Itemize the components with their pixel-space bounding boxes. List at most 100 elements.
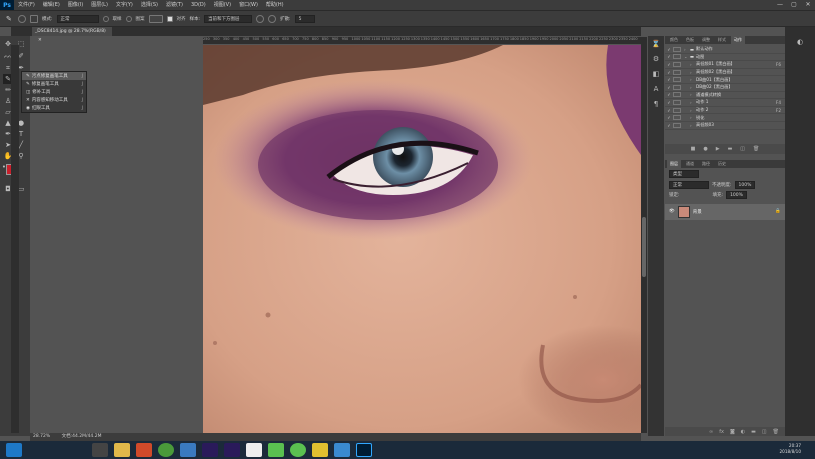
paragraph-icon[interactable]: ¶	[651, 99, 661, 109]
flyout-item-spot-healing[interactable]: ✎ 污点修复画笔工具 J	[22, 72, 86, 80]
blend-mode-select[interactable]: 正常	[669, 180, 709, 189]
brush-size-icon[interactable]	[18, 14, 26, 23]
action-row[interactable]: ✓ › 动作 1 F4	[665, 99, 785, 107]
menu-layer[interactable]: 图层(L)	[87, 0, 112, 10]
action-row[interactable]: ✓ › ▬ 默认动作	[665, 46, 785, 54]
menu-edit[interactable]: 编辑(E)	[39, 0, 64, 10]
flyout-item-content-aware-move[interactable]: ✕ 内容感知移动工具 J	[22, 96, 86, 104]
tab-layers[interactable]: 图层	[667, 159, 681, 168]
ruler-tick-label: 750	[302, 37, 309, 41]
tab-history[interactable]: 历史	[715, 160, 729, 168]
menu-help[interactable]: 帮助(H)	[262, 0, 288, 10]
action-row[interactable]: ✓ › 高低频03	[665, 122, 785, 130]
tab-styles[interactable]: 样式	[715, 36, 729, 44]
tab-channels[interactable]: 通道	[683, 160, 697, 168]
app-icon[interactable]	[246, 443, 262, 457]
mode-select[interactable]: 正常	[56, 14, 99, 23]
tab-color[interactable]: 颜色	[667, 36, 681, 44]
flyout-item-red-eye[interactable]: ◉ 红眼工具 J	[22, 104, 86, 112]
qq-icon[interactable]	[312, 443, 328, 457]
action-row[interactable]: ✓ › DB曲02【黑白画】	[665, 84, 785, 92]
fill-input[interactable]: 100%	[726, 190, 747, 199]
menu-view[interactable]: 视图(V)	[210, 0, 235, 10]
source-sampled-radio[interactable]	[102, 15, 109, 22]
tab-swatches[interactable]: 色板	[683, 36, 697, 44]
play-icon[interactable]: ▶	[716, 146, 720, 152]
close-button[interactable]: ✕	[801, 0, 815, 10]
record-icon[interactable]: ●	[703, 146, 707, 152]
menu-3d[interactable]: 3D(D)	[187, 0, 210, 10]
brush-settings-icon[interactable]	[30, 14, 38, 23]
wechat-icon[interactable]	[268, 443, 284, 457]
media-player-icon[interactable]	[136, 443, 152, 457]
minimize-button[interactable]: —	[773, 0, 787, 10]
action-row[interactable]: ✓ › 高低频02【黑白画】	[665, 69, 785, 77]
messenger-icon[interactable]	[290, 443, 306, 457]
flyout-item-healing-brush[interactable]: ✎ 修复画笔工具 J	[22, 80, 86, 88]
maximize-button[interactable]: ▢	[787, 0, 801, 10]
browser-icon[interactable]	[180, 443, 196, 457]
properties-icon[interactable]: ⚙	[651, 54, 661, 64]
action-row[interactable]: ✓ › 锐化	[665, 114, 785, 122]
menu-type[interactable]: 文字(Y)	[112, 0, 137, 10]
document-tab[interactable]: _DSC8414.jpg @ 28.7%(RGB/8) ✕	[32, 27, 112, 43]
start-icon[interactable]	[6, 443, 22, 457]
character-icon[interactable]: A	[651, 84, 661, 94]
source-pattern-radio[interactable]	[125, 15, 132, 22]
pattern-swatch[interactable]	[148, 14, 163, 23]
action-row[interactable]: ✓ › 动作 2 F2	[665, 107, 785, 115]
premiere-icon-2[interactable]	[224, 443, 240, 457]
visibility-eye-icon[interactable]: 👁	[669, 209, 675, 214]
action-row[interactable]: ✓ › 通道模式转换	[665, 92, 785, 100]
pressure-icon[interactable]	[268, 14, 277, 23]
document-canvas[interactable]	[203, 45, 641, 433]
new-set-icon[interactable]: ▬	[728, 146, 733, 152]
adjustments-icon[interactable]: ◧	[651, 69, 661, 79]
link-layers-icon[interactable]: ∞	[709, 429, 713, 435]
menu-file[interactable]: 文件(F)	[14, 0, 39, 10]
history-icon[interactable]: ⌛	[651, 39, 661, 49]
opacity-input[interactable]: 100%	[734, 180, 756, 189]
fx-icon[interactable]: fx	[719, 429, 724, 435]
tool-icon[interactable]	[334, 443, 350, 457]
calculator-icon[interactable]	[92, 443, 108, 457]
sample-select[interactable]: 当前和下方图层	[204, 14, 253, 23]
ruler-tick-label: 450	[242, 37, 250, 41]
tool-preset-icon[interactable]: ✎	[6, 15, 14, 23]
canvas-vertical-scrollbar[interactable]	[641, 37, 647, 433]
layer-row-background[interactable]: 👁 背景 🔒	[665, 203, 785, 220]
clock[interactable]: 20:37 2018/8/10	[780, 443, 801, 455]
ruler-tick-label: 1300	[410, 37, 420, 41]
menu-window[interactable]: 窗口(W)	[235, 0, 262, 10]
flyout-item-patch[interactable]: ◫ 修补工具 J	[22, 88, 86, 96]
menu-filter[interactable]: 滤镜(T)	[162, 0, 187, 10]
new-layer-icon[interactable]: ◫	[762, 429, 767, 435]
add-mask-icon[interactable]: ◙	[730, 429, 735, 435]
layer-kind-filter[interactable]: 类型	[669, 169, 699, 178]
ignore-adjustment-icon[interactable]	[256, 14, 265, 23]
mode-label: 模式:	[42, 16, 53, 22]
panel-toggle-icon[interactable]: ◐	[795, 37, 805, 47]
adjustment-layer-icon[interactable]: ◐	[741, 429, 745, 435]
menu-image[interactable]: 图像(I)	[64, 0, 87, 10]
document-tab-close-icon[interactable]: ✕	[38, 38, 42, 43]
tab-actions[interactable]: 动作	[731, 36, 745, 44]
chrome-icon[interactable]	[158, 443, 174, 457]
premiere-icon[interactable]	[202, 443, 218, 457]
stop-icon[interactable]: ■	[691, 146, 696, 152]
tab-paths[interactable]: 路径	[699, 160, 713, 168]
spread-input[interactable]: 5	[294, 14, 315, 23]
photoshop-taskbar-icon[interactable]	[356, 443, 372, 457]
delete-action-icon[interactable]: 🗑	[753, 146, 759, 152]
menu-select[interactable]: 选择(S)	[137, 0, 162, 10]
action-row[interactable]: ✓ › 高低频01【黑白画】 F6	[665, 61, 785, 69]
action-row[interactable]: ✓ › DB曲01【黑白画】	[665, 76, 785, 84]
scrollbar-thumb[interactable]	[642, 217, 646, 277]
new-action-icon[interactable]: ◫	[740, 146, 745, 152]
zoom-level[interactable]: 28.72%	[33, 434, 50, 439]
aligned-checkbox[interactable]	[166, 15, 173, 22]
group-icon[interactable]: ▬	[751, 429, 756, 435]
delete-layer-icon[interactable]: 🗑	[773, 429, 779, 435]
tab-adjustments[interactable]: 调整	[699, 36, 713, 44]
explorer-icon[interactable]	[114, 443, 130, 457]
